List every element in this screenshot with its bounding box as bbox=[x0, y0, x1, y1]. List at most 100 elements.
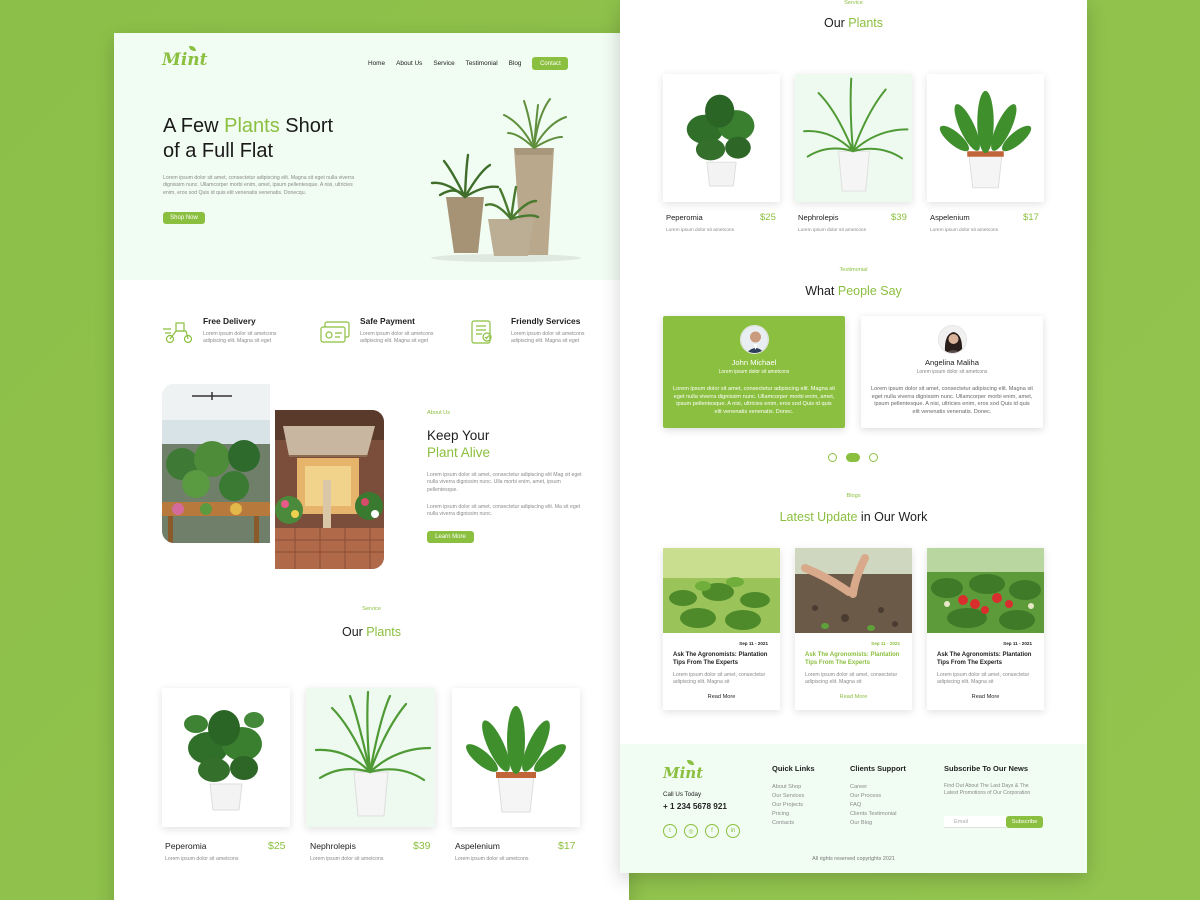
plant-card-peperomia[interactable] bbox=[663, 74, 780, 202]
email-input[interactable]: Email bbox=[944, 816, 1006, 828]
plant-card-aspelenium[interactable] bbox=[927, 74, 1044, 202]
plant-name: Nephrolepis bbox=[310, 841, 356, 851]
linkedin-icon[interactable]: in bbox=[726, 824, 740, 838]
testimonial-card[interactable]: Angelina Maliha Lorem ipsum dolor sit am… bbox=[861, 316, 1043, 428]
blog-excerpt: Lorem ipsum dolor sit amet, consectetur … bbox=[805, 672, 898, 686]
feature-safe-payment: Safe Payment Lorem ipsum dolor sit ametc… bbox=[319, 316, 459, 356]
plant-card-aspelenium[interactable] bbox=[452, 688, 580, 827]
nav-about[interactable]: About Us bbox=[396, 60, 422, 67]
shop-now-button[interactable]: Shop Now bbox=[163, 212, 205, 224]
blog-card[interactable]: Sep 11 - 2021 Ask The Agronomists: Plant… bbox=[663, 548, 780, 710]
feature-desc: Lorem ipsum dolor sit ametcons adipiscin… bbox=[360, 331, 434, 345]
avatar bbox=[938, 325, 967, 354]
feature-desc: Lorem ipsum dolor sit ametcons adipiscin… bbox=[203, 331, 277, 345]
blog-title-text[interactable]: Ask The Agronomists: Plantation Tips Fro… bbox=[805, 652, 905, 667]
footer-link[interactable]: Our Projects bbox=[772, 801, 804, 810]
testimonial-title: What People Say bbox=[805, 284, 902, 298]
footer-link[interactable]: FAQ bbox=[850, 801, 897, 810]
page-right: Service Our Plants Peperomia $25 Lorem i… bbox=[620, 0, 1087, 873]
quick-links-title: Quick Links bbox=[772, 764, 815, 773]
shop-interior-image bbox=[162, 384, 270, 543]
flower-shop-storefront-image bbox=[275, 410, 384, 569]
peperomia-plant-image bbox=[184, 710, 264, 811]
aspelenium-plant-image bbox=[466, 706, 566, 813]
plants-title: Our Plants bbox=[823, 16, 884, 30]
plants-title: Our Plants bbox=[341, 625, 402, 639]
delivery-scooter-icon bbox=[163, 322, 193, 344]
blog-card[interactable]: Sep 11 - 2021 Ask The Agronomists: Plant… bbox=[927, 548, 1044, 710]
footer-link[interactable]: About Shop bbox=[772, 783, 804, 792]
plant-name: Peperomia bbox=[666, 213, 703, 222]
footer-link[interactable]: Clients Testimonial bbox=[850, 810, 897, 819]
subscribe-text: Find Out About The Last Days & The Lates… bbox=[944, 783, 1031, 797]
blog-card[interactable]: Sep 11 - 2021 Ask The Agronomists: Plant… bbox=[795, 548, 912, 710]
main-nav: Home About Us Service Testimonial Blog C… bbox=[368, 57, 569, 70]
testimonial-name: John Michael bbox=[731, 358, 777, 367]
slider-dot-3[interactable] bbox=[869, 453, 878, 462]
testimonial-tag: Testimonial bbox=[839, 267, 868, 273]
nav-testimonial[interactable]: Testimonial bbox=[466, 60, 498, 67]
phone-number[interactable]: + 1 234 5678 921 bbox=[663, 802, 727, 811]
read-more-link[interactable]: Read More bbox=[663, 694, 780, 700]
footer-logo[interactable]: Mint bbox=[663, 760, 703, 782]
plant-name: Peperomia bbox=[165, 841, 207, 851]
blog-excerpt: Lorem ipsum dolor sit amet, consectetur … bbox=[673, 672, 766, 686]
feature-title: Friendly Services bbox=[511, 316, 581, 326]
nav-service[interactable]: Service bbox=[433, 60, 454, 67]
feature-title: Free Delivery bbox=[203, 316, 256, 326]
testimonial-role: Lorem ipsum dolor sit ametcons bbox=[718, 369, 790, 375]
testimonial-name: Angelina Maliha bbox=[924, 358, 980, 367]
payment-card-icon bbox=[320, 321, 350, 343]
support-links-list: Career Our Process FAQ Clients Testimoni… bbox=[850, 783, 897, 828]
instagram-icon[interactable]: ◎ bbox=[684, 824, 698, 838]
blog-excerpt: Lorem ipsum dolor sit amet, consectetur … bbox=[937, 672, 1030, 686]
about-tag: About Us bbox=[427, 410, 451, 416]
support-document-icon bbox=[471, 320, 492, 344]
footer-link[interactable]: Our Services bbox=[772, 792, 804, 801]
plant-card-nephrolepis[interactable] bbox=[795, 74, 912, 202]
about-paragraph-2: Lorem ipsum dolor sit amet, consectetur … bbox=[427, 504, 581, 518]
contact-button[interactable]: Contact bbox=[532, 57, 569, 70]
footer-link[interactable]: Our Blog bbox=[850, 819, 897, 828]
twitter-icon[interactable]: t bbox=[663, 824, 677, 838]
slider-dot-2-active[interactable] bbox=[846, 453, 860, 462]
slider-dot-1[interactable] bbox=[828, 453, 837, 462]
testimonial-role: Lorem ipsum dolor sit ametcons bbox=[916, 369, 988, 375]
read-more-link[interactable]: Read More bbox=[927, 694, 1044, 700]
read-more-link[interactable]: Read More bbox=[795, 694, 912, 700]
blog-date: Sep 11 - 2021 bbox=[871, 641, 900, 646]
plant-price: $17 bbox=[1023, 212, 1039, 223]
footer-link[interactable]: Pricing bbox=[772, 810, 804, 819]
facebook-icon[interactable]: f bbox=[705, 824, 719, 838]
plant-card-peperomia[interactable] bbox=[162, 688, 290, 827]
soil-hands-image bbox=[795, 548, 912, 633]
plant-name: Aspelenium bbox=[455, 841, 500, 851]
plant-desc: Lorem ipsum dolor sit ametcons bbox=[930, 228, 998, 233]
footer-link[interactable]: Our Process bbox=[850, 792, 897, 801]
testimonial-card-active[interactable]: John Michael Lorem ipsum dolor sit ametc… bbox=[663, 316, 845, 428]
plant-card-nephrolepis[interactable] bbox=[306, 688, 435, 827]
avatar bbox=[740, 325, 769, 354]
tea-leaves-image bbox=[663, 548, 780, 633]
blog-date: Sep 11 - 2021 bbox=[739, 641, 768, 646]
hero-section: Mint Home About Us Service Testimonial B… bbox=[114, 33, 629, 280]
hero-description: Lorem ipsum dolor sit amet, consectetur … bbox=[163, 175, 355, 196]
learn-more-button[interactable]: Learn More bbox=[427, 531, 474, 543]
footer-link[interactable]: Contacts bbox=[772, 819, 804, 828]
plant-desc: Lorem ipsum dolor sit ametcons bbox=[666, 228, 734, 233]
nav-home[interactable]: Home bbox=[368, 60, 385, 67]
feature-desc: Lorem ipsum dolor sit ametcons adipiscin… bbox=[511, 331, 585, 345]
page-left: Mint Home About Us Service Testimonial B… bbox=[114, 33, 629, 900]
nav-blog[interactable]: Blog bbox=[509, 60, 522, 67]
nephrolepis-fern-image bbox=[803, 77, 909, 192]
plant-desc: Lorem ipsum dolor sit ametcons bbox=[165, 856, 239, 862]
subscribe-button[interactable]: Subscribe bbox=[1006, 816, 1043, 828]
plant-price: $25 bbox=[268, 840, 286, 852]
footer-link[interactable]: Career bbox=[850, 783, 897, 792]
plant-desc: Lorem ipsum dolor sit ametcons bbox=[798, 228, 866, 233]
blog-title-text[interactable]: Ask The Agronomists: Plantation Tips Fro… bbox=[937, 652, 1037, 667]
brand-logo[interactable]: Mint bbox=[162, 46, 208, 70]
feature-free-delivery: Free Delivery Lorem ipsum dolor sit amet… bbox=[162, 316, 302, 356]
plant-desc: Lorem ipsum dolor sit ametcons bbox=[455, 856, 529, 862]
blog-title-text[interactable]: Ask The Agronomists: Plantation Tips Fro… bbox=[673, 652, 773, 667]
